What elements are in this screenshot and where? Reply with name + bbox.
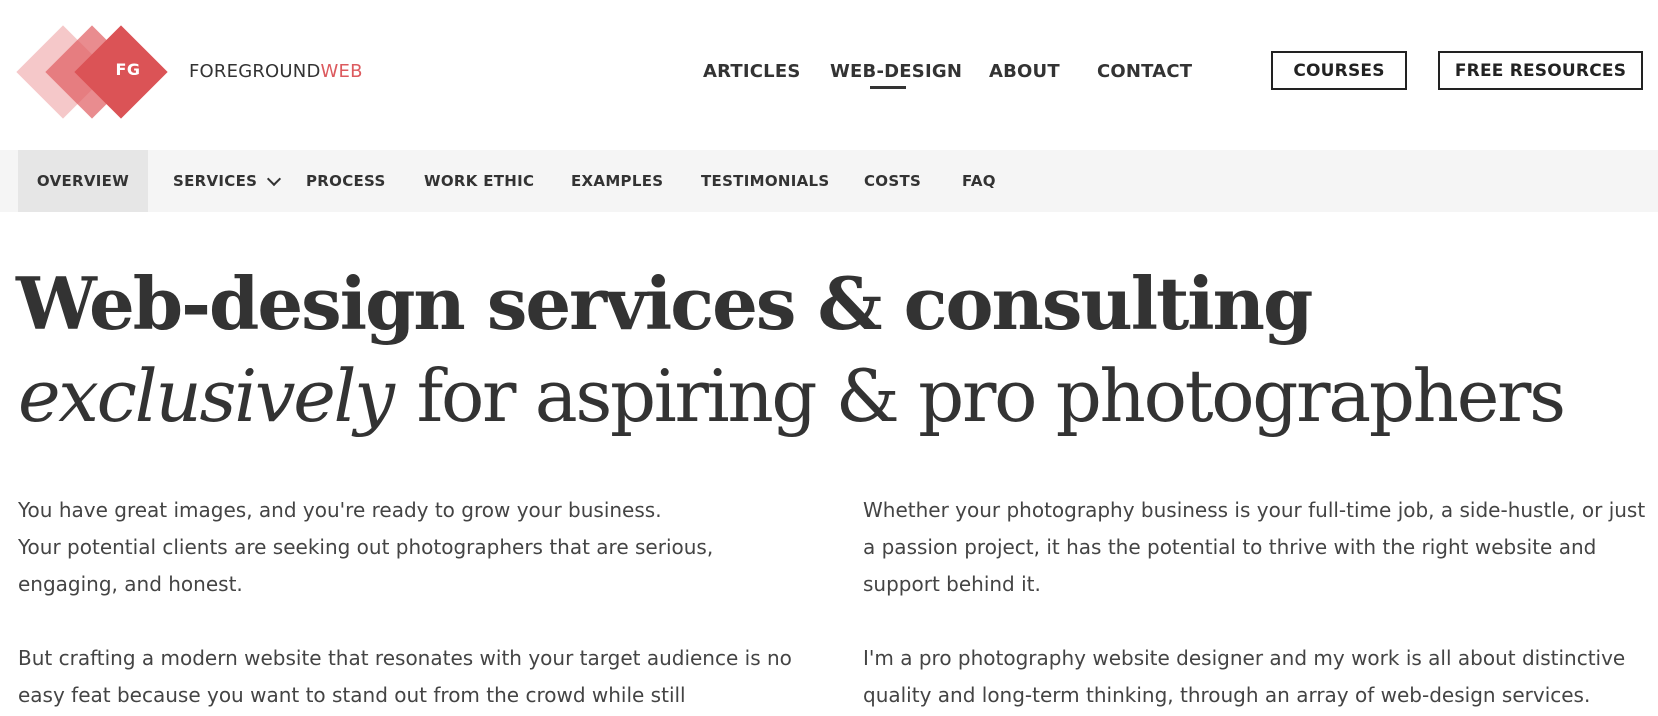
brand-main: FOREGROUND xyxy=(189,61,321,82)
subnav-process[interactable]: PROCESS xyxy=(306,150,386,212)
subnav-work-ethic[interactable]: WORK ETHIC xyxy=(424,150,534,212)
brand-accent: WEB xyxy=(320,61,363,82)
nav-web-design[interactable]: WEB-DESIGN xyxy=(830,61,962,82)
subnav-overview[interactable]: OVERVIEW xyxy=(18,150,148,212)
nav-articles[interactable]: ARTICLES xyxy=(703,61,801,82)
hero-heading-line-2: exclusively for aspiring & pro photograph… xyxy=(18,360,1566,432)
courses-button[interactable]: COURSES xyxy=(1271,51,1407,90)
logo[interactable]: FG xyxy=(16,24,176,120)
side-paragraph-2: I'm a pro photography website designer a… xyxy=(863,646,1626,707)
intro-paragraph-1b: Your potential clients are seeking out p… xyxy=(18,535,714,596)
subnav-examples[interactable]: EXAMPLES xyxy=(571,150,663,212)
hero-heading-emphasis: exclusively xyxy=(18,354,395,438)
nav-contact[interactable]: CONTACT xyxy=(1097,61,1192,82)
subnav-services[interactable]: SERVICES xyxy=(173,150,282,212)
nav-about[interactable]: ABOUT xyxy=(989,61,1060,82)
chevron-down-icon xyxy=(267,171,282,186)
subnav-testimonials[interactable]: TESTIMONIALS xyxy=(701,150,829,212)
hero-heading-rest: for aspiring & pro photographers xyxy=(416,354,1566,438)
hero-heading-line-1: Web-design services & consulting xyxy=(16,261,1313,346)
intro-paragraph-2: But crafting a modern website that reson… xyxy=(18,646,792,707)
intro-paragraph-1a: You have great images, and you're ready … xyxy=(18,498,662,522)
subnav-services-label: SERVICES xyxy=(173,172,258,190)
free-resources-button[interactable]: FREE RESOURCES xyxy=(1438,51,1643,90)
side-paragraph-1: Whether your photography business is you… xyxy=(863,498,1646,596)
subnav-costs[interactable]: COSTS xyxy=(864,150,921,212)
brand-name[interactable]: FOREGROUNDWEB xyxy=(189,61,363,82)
sub-nav: OVERVIEW SERVICES PROCESS WORK ETHIC EXA… xyxy=(0,150,1658,212)
logo-initials: FG xyxy=(115,60,141,79)
subnav-faq[interactable]: FAQ xyxy=(962,150,996,212)
nav-active-indicator xyxy=(870,86,906,89)
